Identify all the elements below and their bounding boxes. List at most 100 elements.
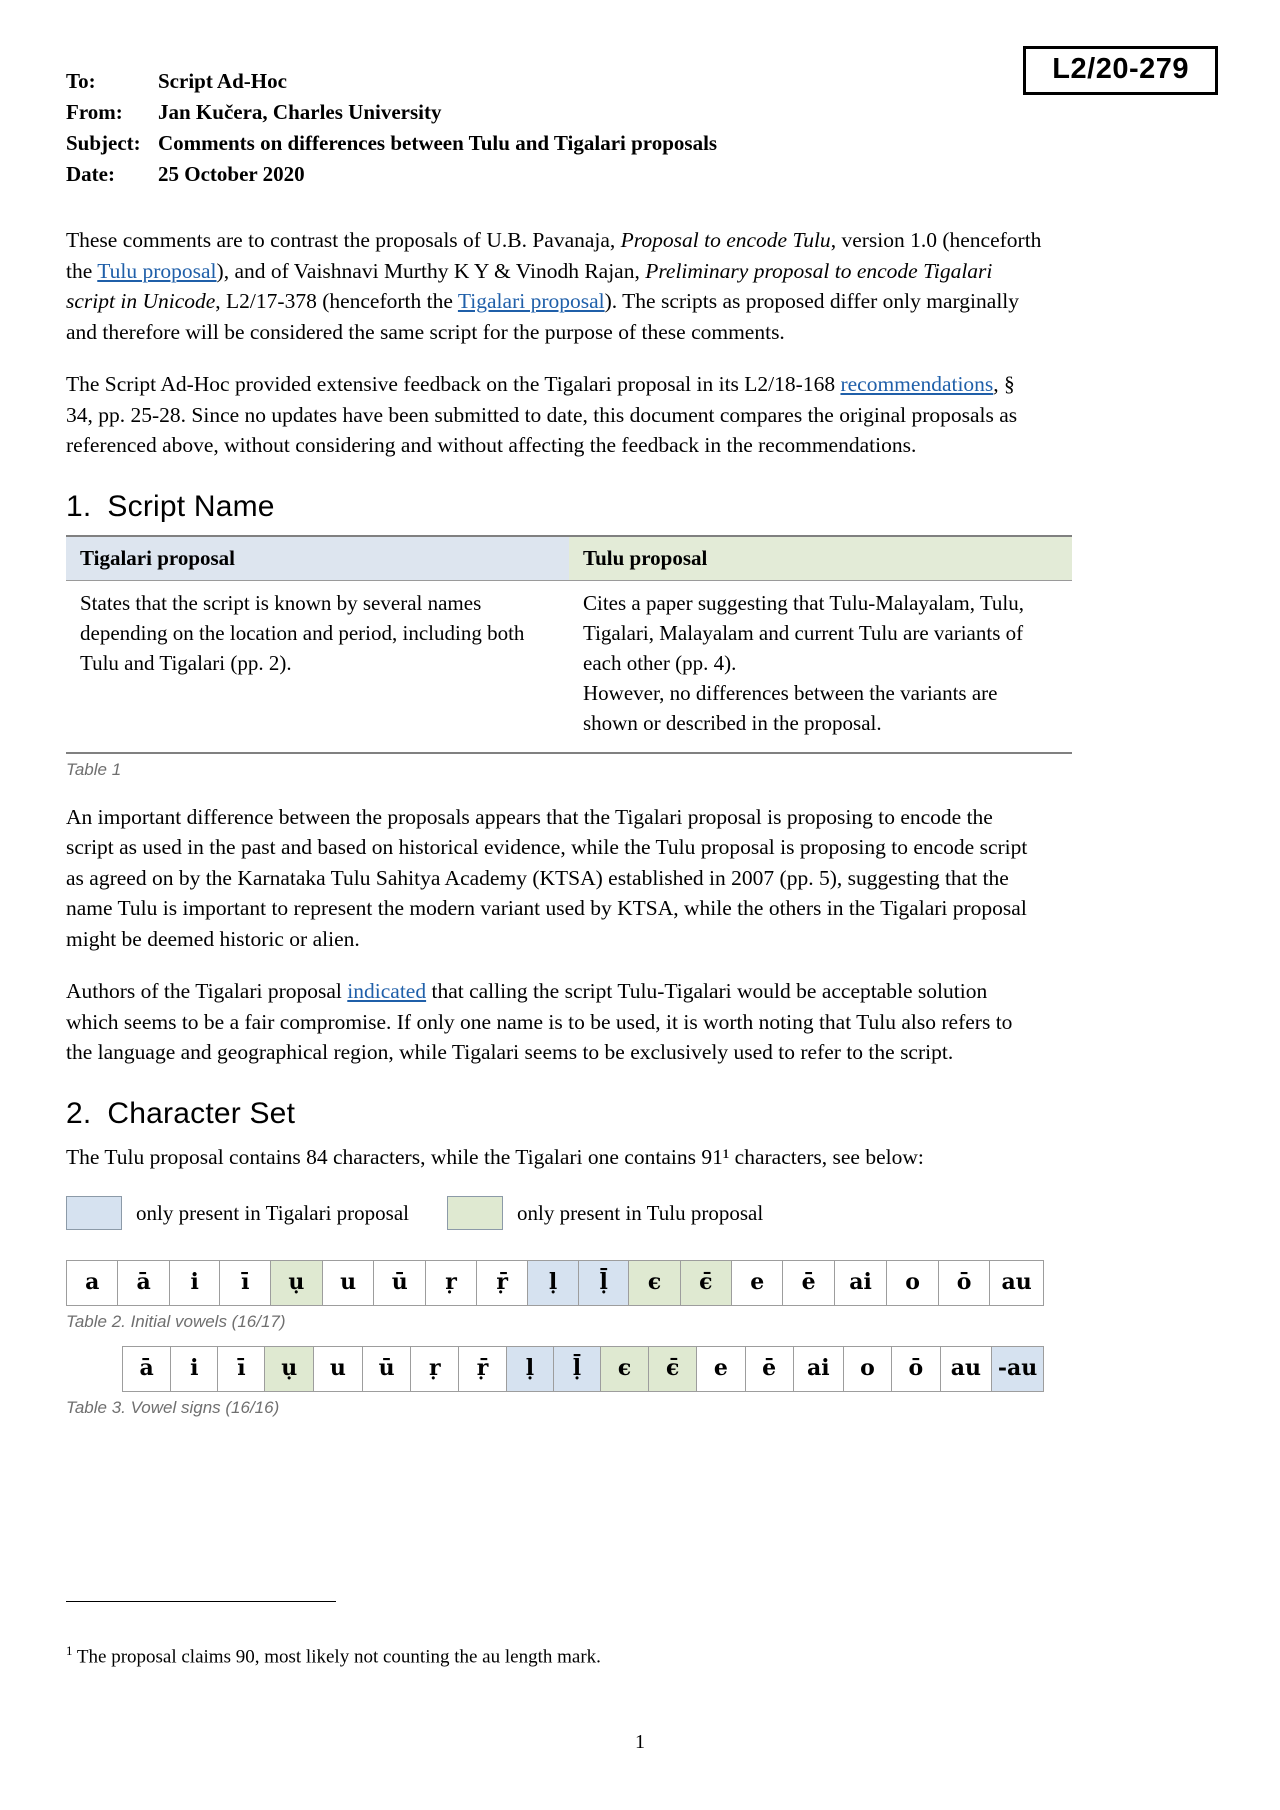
table-cell-tulu-p2: However, no differences between the vari… [583,680,998,735]
table-1-caption: Table 1 [66,759,122,779]
comparison-table: Tigalari proposal Tulu proposal States t… [66,534,1072,754]
initial-vowel-cell: ō [937,1260,991,1306]
link-tigalari-proposal[interactable]: Tigalari proposal [458,289,605,313]
header-value-date: 25 October 2020 [158,162,305,186]
vowel-sign-cell: ϵ̄ [648,1346,698,1392]
table-header-tigalari: Tigalari proposal [66,534,569,581]
table-2-wrapper: a ā i ī ụ u ū ṛ ṝ ḷ ḹ ϵ ϵ̄ e ē ai o ō au [65,1260,1044,1306]
vowel-sign-cell: ī [217,1346,266,1392]
initial-vowel-cell: au [989,1260,1044,1306]
document-number-box: L2/20-279 [1023,46,1218,95]
table-header-tulu: Tulu proposal [569,534,1072,581]
link-tulu-proposal[interactable]: Tulu proposal [97,259,216,283]
p1-seg4: , L2/17-378 (henceforth the [215,289,458,313]
vowel-sign-cell: ai [792,1346,844,1392]
initial-vowel-cell: u [321,1260,375,1306]
document-header: To: Script Ad-Hoc From: Jan Kučera, Char… [66,66,966,190]
section-heading-script-name: 1. Script Name [66,489,1044,525]
vowel-sign-cell: ϵ [600,1346,650,1392]
color-legend: only present in Tigalari proposal only p… [66,1196,1044,1230]
legend-item-tigalari: only present in Tigalari proposal [66,1196,409,1230]
vowel-sign-cell: ū [361,1346,412,1392]
p1-seg3: ), and of Vaishnavi Murthy K Y & Vinodh … [216,258,646,283]
initial-vowel-cell: ϵ̄ [679,1260,733,1306]
vowel-sign-cell: ụ [264,1346,315,1392]
header-label-from: From: [66,100,123,124]
header-row-from: From: Jan Kučera, Charles University [66,97,966,127]
initial-vowel-cell: ē [782,1260,835,1306]
vowel-signs-table: ā i ī ụ u ū ṛ ṝ ḷ ḹ ϵ ϵ̄ e ē ai o ō au -au [121,1346,1044,1392]
initial-vowel-cell: ṝ [476,1260,529,1306]
paragraph-feedback: The Script Ad-Hoc provided extensive fee… [66,369,1044,461]
legend-swatch-green [446,1196,503,1230]
table-header-row: Tigalari proposal Tulu proposal [66,534,1072,581]
section-2-number: 2. [66,1096,92,1130]
initial-vowel-cell: o [886,1260,939,1306]
initial-vowel-cell: i [168,1260,221,1306]
section-2-title: Character Set [107,1096,296,1130]
document-number: L2/20-279 [1052,53,1189,85]
header-label-date: Date: [66,162,115,186]
paragraph-intro: These comments are to contrast the propo… [66,225,1044,347]
header-row-date: Date: 25 October 2020 [66,159,966,189]
p1-title-tulu: Proposal to encode Tulu [620,228,831,252]
table-3-wrapper: ā i ī ụ u ū ṛ ṝ ḷ ḹ ϵ ϵ̄ e ē ai o ō au -au [121,1346,1044,1392]
legend-item-tulu: only present in Tulu proposal [446,1196,764,1230]
vowel-sign-cell: ṛ [410,1346,460,1392]
vowel-sign-cell: o [842,1346,893,1392]
section-1-title: Script Name [107,489,275,523]
section-heading-character-set: 2. Character Set [66,1096,1044,1132]
vowel-sign-cell: e [696,1346,746,1392]
initial-vowel-cell: ḹ [577,1260,630,1306]
vowel-sign-cell: ē [744,1346,794,1392]
vowel-sign-cell: i [170,1346,219,1392]
header-row-to: To: Script Ad-Hoc [66,66,966,96]
paragraph-authors: Authors of the Tigalari proposal indicat… [66,976,1044,1068]
paragraph-difference: An important difference between the prop… [66,804,1028,951]
p2-seg1: The Script Ad-Hoc provided extensive fee… [66,372,841,396]
initial-vowel-cell: ū [373,1260,427,1306]
initial-vowel-cell: ụ [270,1260,323,1306]
legend-label-tigalari: only present in Tigalari proposal [136,1200,409,1225]
legend-label-tulu: only present in Tulu proposal [516,1200,764,1225]
table-cell-tulu-p1: Cites a paper suggesting that Tulu-Malay… [583,590,1024,675]
footnote: 1 The proposal claims 90, most likely no… [66,1638,966,1670]
header-value-to: Script Ad-Hoc [158,69,287,93]
vowel-sign-cell: au [939,1346,993,1392]
table-3-caption: Table 3. Vowel signs (16/16) [66,1398,280,1417]
initial-vowel-cell: ṛ [425,1260,478,1306]
vowel-sign-cell: -au [991,1346,1044,1392]
initial-vowel-cell: ai [833,1260,888,1306]
table-cell-tigalari: States that the script is known by sever… [66,580,569,754]
initial-vowels-row: a ā i ī ụ u ū ṛ ṝ ḷ ḹ ϵ ϵ̄ e ē ai o ō au [65,1260,1044,1306]
section-1-number: 1. [66,489,92,523]
document-body: These comments are to contrast the propo… [65,225,1072,1440]
vowel-sign-cell: ā [121,1346,172,1392]
header-label-to: To: [66,69,96,93]
p1-seg1: These comments are to contrast the propo… [66,228,621,252]
vowel-signs-row: ā i ī ụ u ū ṛ ṝ ḷ ḹ ϵ ϵ̄ e ē ai o ō au -au [121,1346,1044,1392]
vowel-sign-cell: ṝ [458,1346,507,1392]
legend-swatch-blue [66,1196,122,1230]
page-number: 1 [635,1731,645,1753]
table-2-caption: Table 2. Initial vowels (16/17) [66,1312,286,1331]
p4-seg1: Authors of the Tigalari proposal [66,979,348,1003]
link-recommendations[interactable]: recommendations [840,372,993,396]
link-indicated[interactable]: indicated [347,979,426,1003]
vowel-sign-cell: ō [891,1346,941,1392]
initial-vowel-cell: e [731,1260,784,1306]
paragraph-character-counts: The Tulu proposal contains 84 characters… [66,1144,924,1169]
initial-vowel-cell: ā [117,1260,170,1306]
vowel-sign-cell: ḷ [505,1346,554,1392]
initial-vowel-cell: ī [219,1260,272,1306]
initial-vowels-table: a ā i ī ụ u ū ṛ ṝ ḷ ḹ ϵ ϵ̄ e ē ai o ō au [65,1260,1044,1306]
header-label-subject: Subject: [66,131,141,155]
footnote-text: The proposal claims 90, most likely not … [72,1646,601,1667]
initial-vowel-cell: ḷ [527,1260,579,1306]
table-cell-tulu: Cites a paper suggesting that Tulu-Malay… [569,580,1072,754]
header-value-subject: Comments on differences between Tulu and… [158,131,718,155]
header-row-subject: Subject: Comments on differences between… [66,128,966,158]
table-row: States that the script is known by sever… [66,580,1072,754]
vowel-sign-cell: ḹ [552,1346,602,1392]
vowel-sign-cell: u [313,1346,363,1392]
